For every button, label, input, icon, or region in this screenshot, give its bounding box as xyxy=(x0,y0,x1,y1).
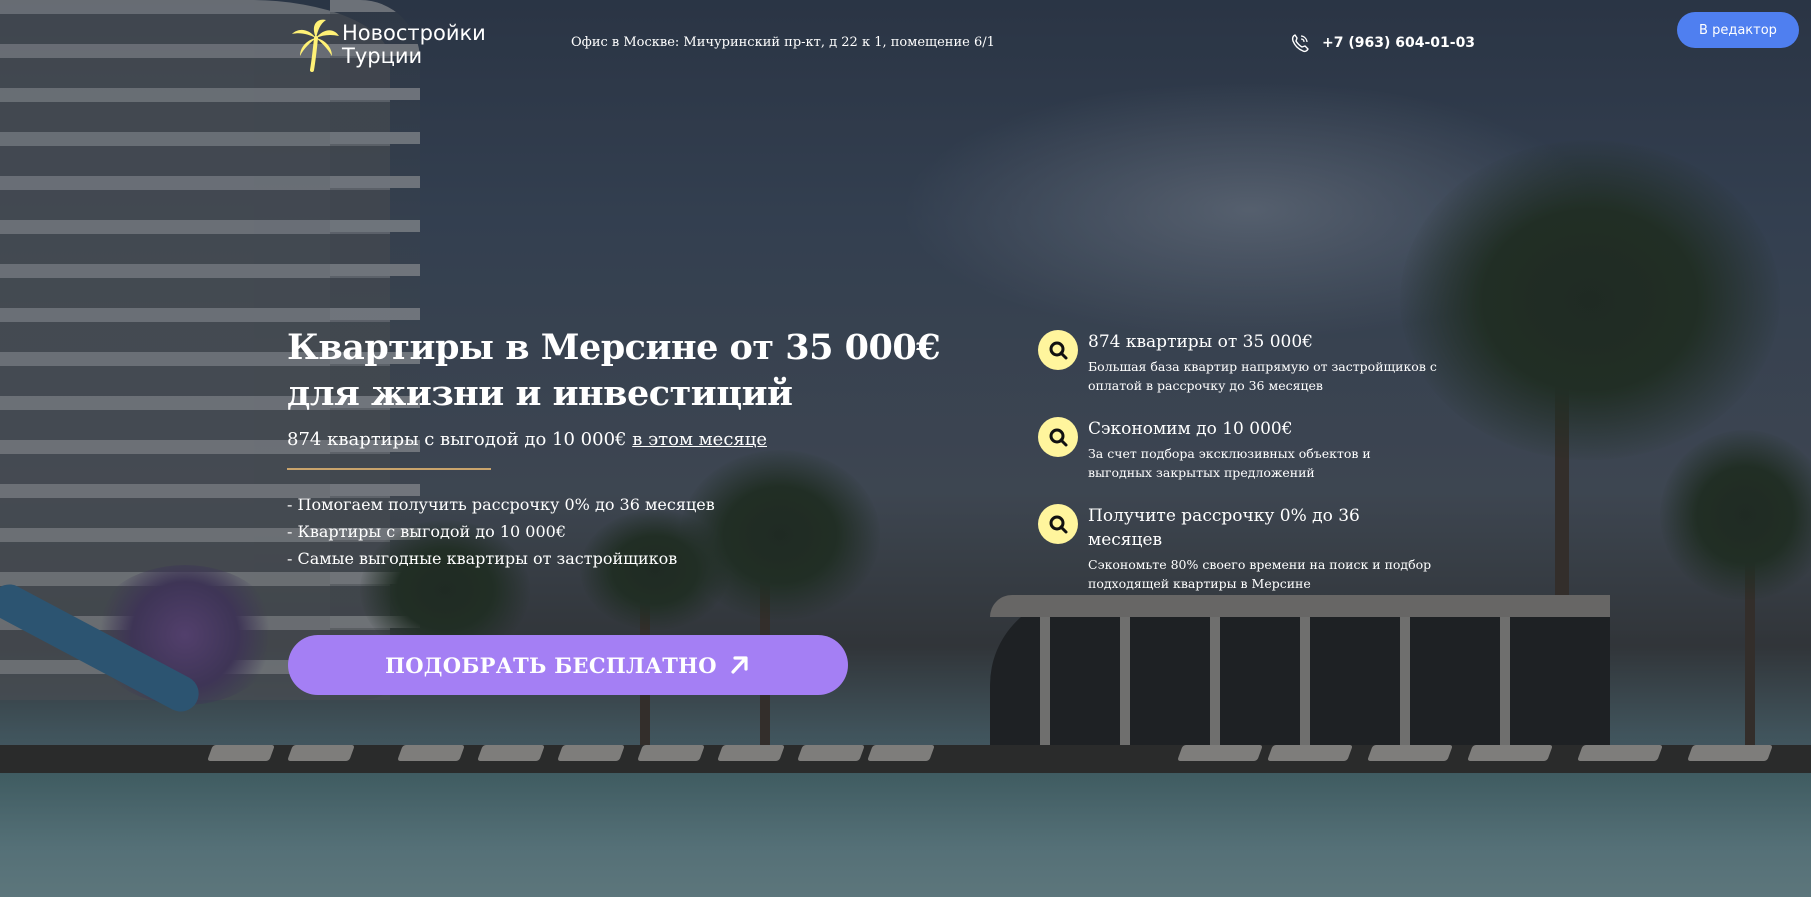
bullet-item: - Самые выгодные квартиры от застройщико… xyxy=(287,549,678,568)
logo-line-1: Новостройки xyxy=(342,21,486,45)
feature-title: 874 квартиры от 35 000€ xyxy=(1088,332,1313,352)
search-magnifier-icon xyxy=(1038,417,1078,457)
site-header: Новостройки Турции Офис в Москве: Мичури… xyxy=(0,0,1811,90)
hero-subtitle: 874 квартиры с выгодой до 10 000€ в этом… xyxy=(287,429,987,450)
hero-divider xyxy=(287,468,491,470)
feature-item: Получите рассрочку 0% до 36 месяцев Сэко… xyxy=(1038,504,1438,593)
this-month-link[interactable]: в этом месяце xyxy=(632,429,767,450)
arrow-up-right-icon xyxy=(731,656,748,674)
phone-number[interactable]: +7 (963) 604-01-03 xyxy=(1322,35,1475,51)
logo-text: Новостройки Турции xyxy=(342,22,486,68)
office-address: Офис в Москве: Мичуринский пр-кт, д 22 к… xyxy=(571,35,995,50)
phone-contact[interactable]: +7 (963) 604-01-03 xyxy=(1290,33,1475,53)
palm-tree-icon xyxy=(292,19,339,72)
feature-description: Большая база квартир напрямую от застрой… xyxy=(1088,359,1437,393)
logo-line-2: Турции xyxy=(342,44,423,68)
cta-label: ПОДОБРАТЬ БЕСПЛАТНО xyxy=(385,652,717,678)
feature-item: 874 квартиры от 35 000€ Большая база ква… xyxy=(1038,330,1438,395)
hero-subtitle-text: 874 квартиры с выгодой до 10 000€ xyxy=(287,429,633,450)
phone-icon xyxy=(1291,34,1309,53)
features-list: 874 квартиры от 35 000€ Большая база ква… xyxy=(1038,330,1438,615)
hero-bullets: - Помогаем получить рассрочку 0% до 36 м… xyxy=(287,491,987,572)
editor-button[interactable]: В редактор xyxy=(1677,12,1799,48)
feature-title: Получите рассрочку 0% до 36 месяцев xyxy=(1088,506,1360,550)
search-magnifier-icon xyxy=(1038,330,1078,370)
hero-section: Квартиры в Мерсине от 35 000€ для жизни … xyxy=(287,325,987,572)
feature-description: За счет подбора эксклюзивных объектов и … xyxy=(1088,446,1371,480)
search-magnifier-icon xyxy=(1038,504,1078,544)
site-logo[interactable]: Новостройки Турции xyxy=(290,18,486,72)
feature-title: Сэкономим до 10 000€ xyxy=(1088,419,1293,439)
feature-description: Сэкономьте 80% своего времени на поиск и… xyxy=(1088,557,1432,591)
hero-title: Квартиры в Мерсине от 35 000€ для жизни … xyxy=(287,327,941,414)
bullet-item: - Помогаем получить рассрочку 0% до 36 м… xyxy=(287,495,715,514)
bullet-item: - Квартиры с выгодой до 10 000€ xyxy=(287,522,567,541)
feature-item: Сэкономим до 10 000€ За счет подбора экс… xyxy=(1038,417,1438,482)
select-free-button[interactable]: ПОДОБРАТЬ БЕСПЛАТНО xyxy=(288,635,848,695)
